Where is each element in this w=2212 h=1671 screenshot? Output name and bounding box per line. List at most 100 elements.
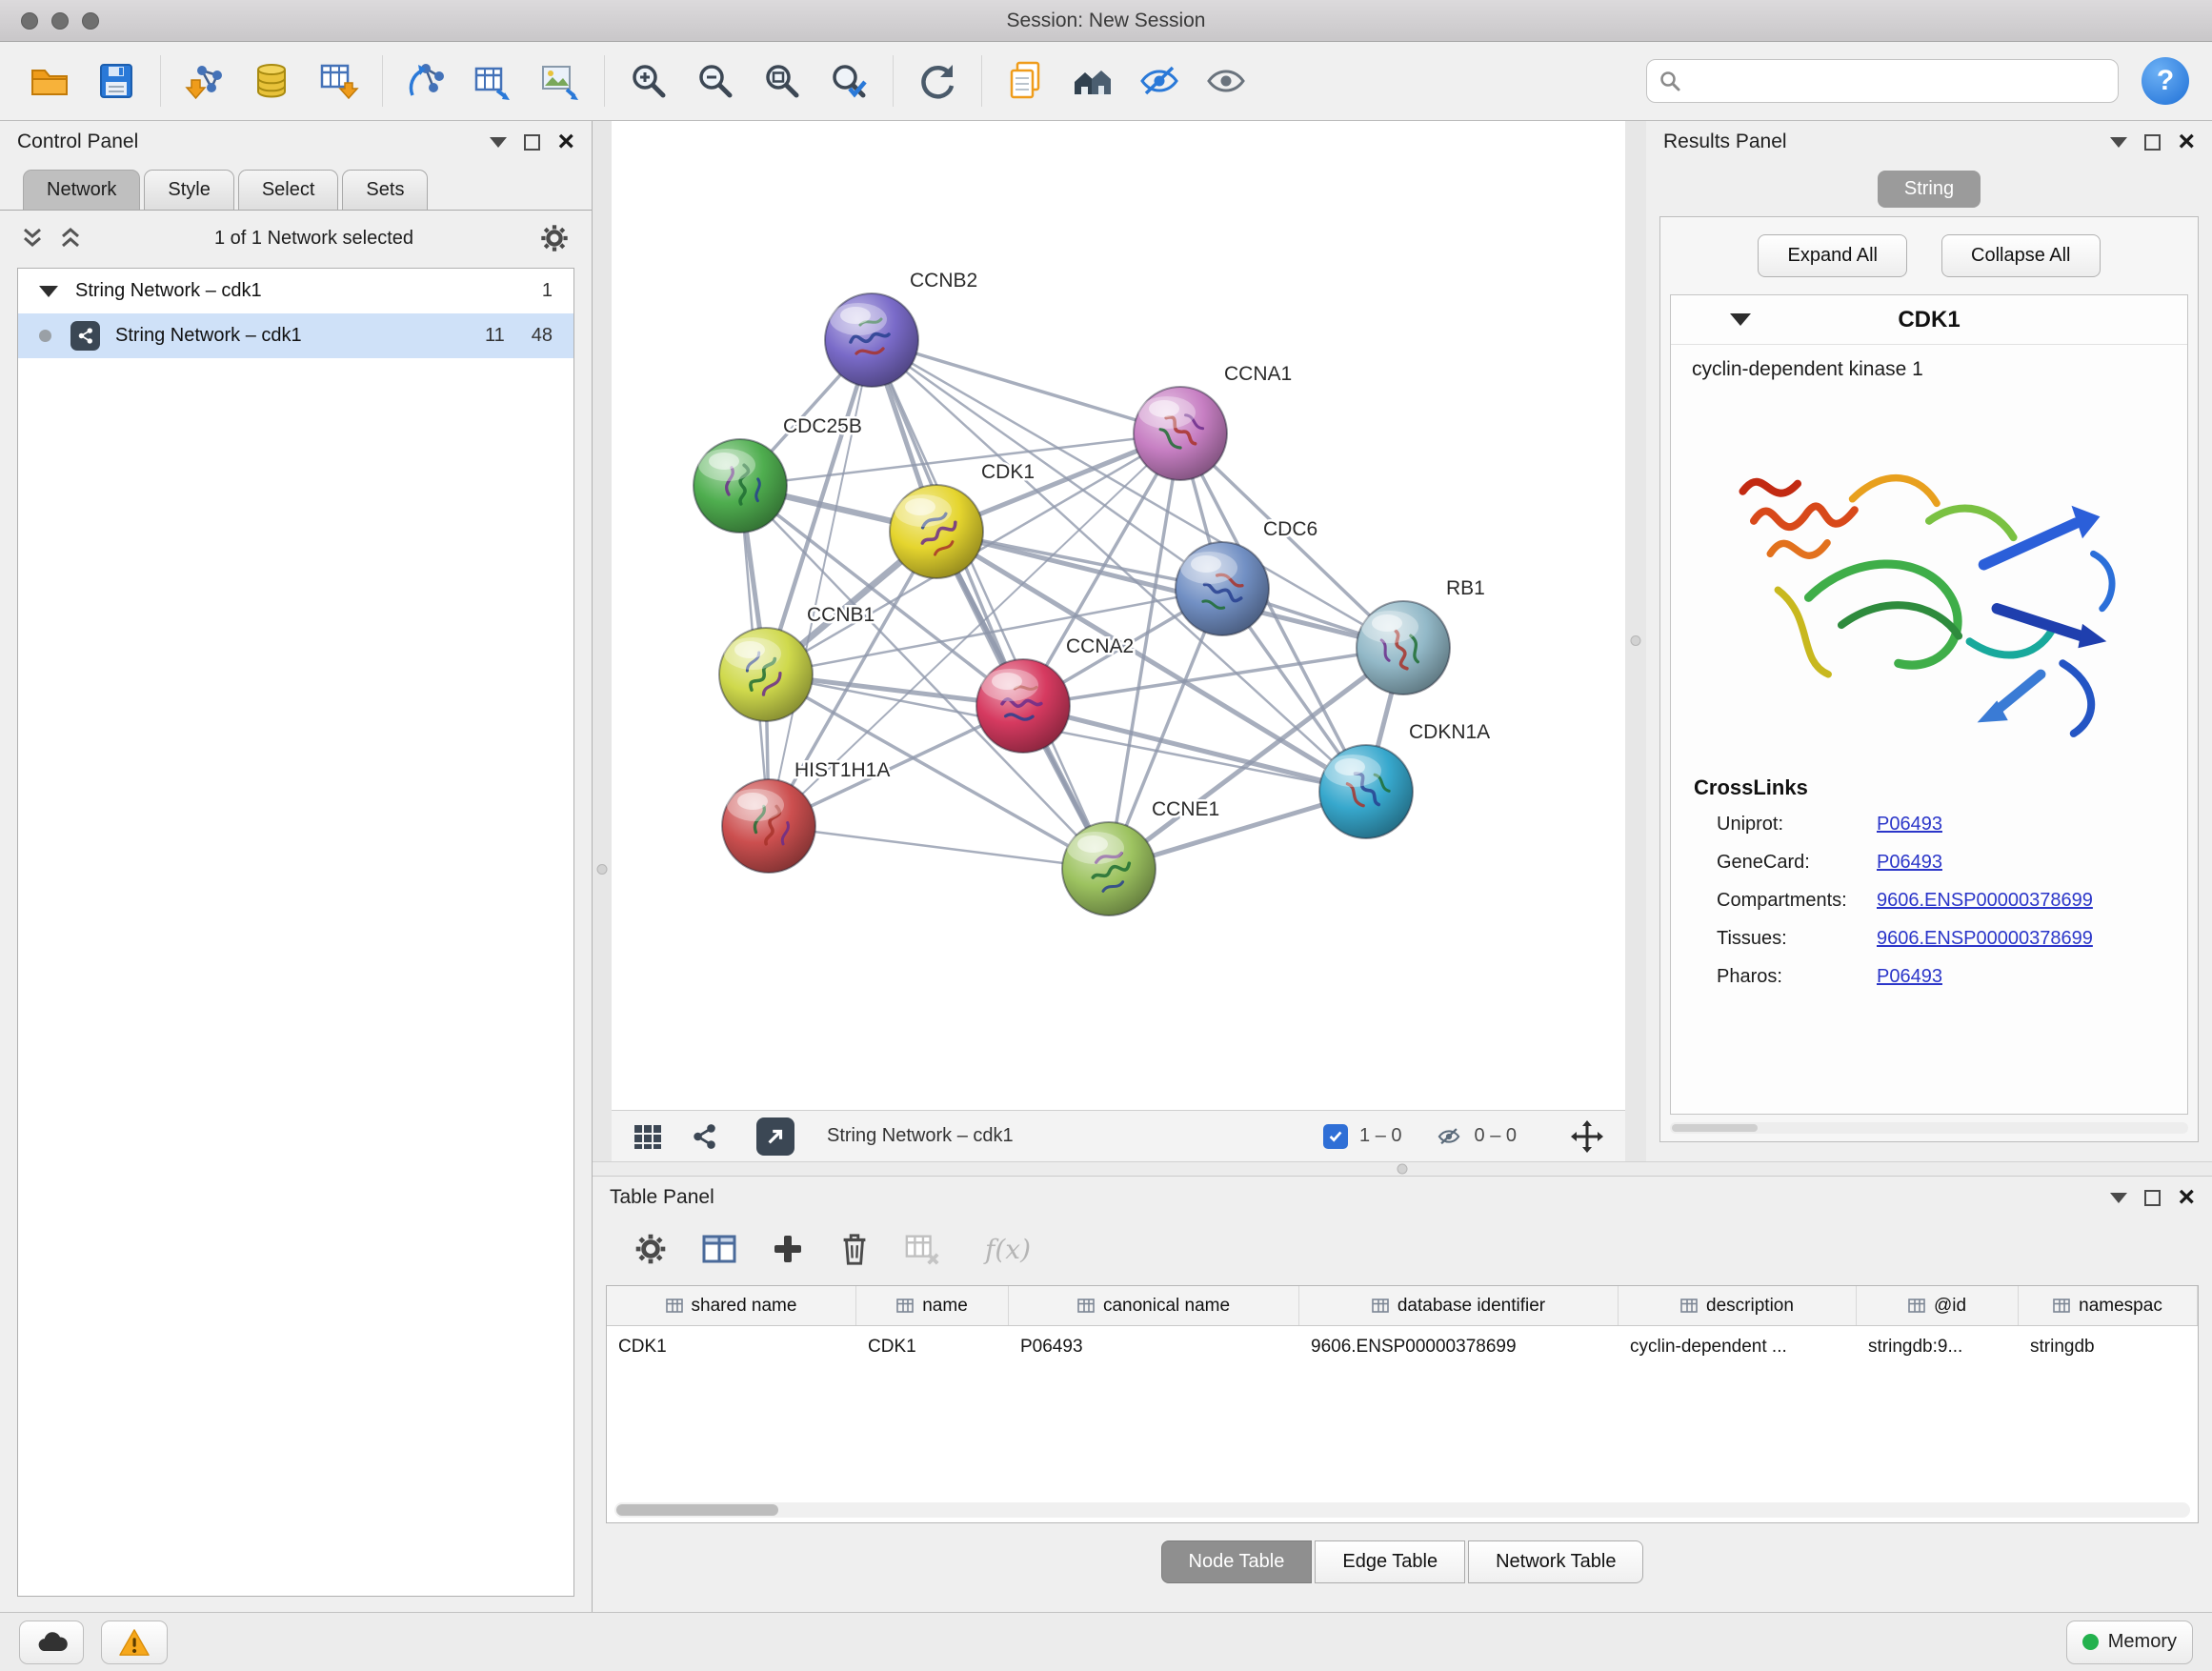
network-node-HIST1H1A[interactable]: [722, 779, 815, 873]
search-input[interactable]: [1689, 70, 2106, 92]
hidden-eye-slash-icon[interactable]: [1435, 1124, 1463, 1149]
import-table-button[interactable]: [312, 54, 365, 108]
help-button[interactable]: ?: [2142, 57, 2189, 105]
close-panel-icon[interactable]: ×: [2178, 1183, 2195, 1212]
tab-node-table[interactable]: Node Table: [1161, 1540, 1313, 1583]
table-row[interactable]: CDK1CDK1P064939606.ENSP00000378699cyclin…: [607, 1326, 2198, 1368]
float-panel-icon[interactable]: [524, 134, 540, 151]
export-network-button[interactable]: [400, 54, 453, 108]
crosslink-genecard-[interactable]: P06493: [1877, 852, 1942, 874]
network-node-CDC25B[interactable]: [694, 439, 787, 533]
crosslink-pharos-[interactable]: P06493: [1877, 966, 1942, 988]
crosslink-uniprot-[interactable]: P06493: [1877, 814, 1942, 836]
network-node-CCNA1[interactable]: [1134, 387, 1227, 480]
tab-string[interactable]: String: [1878, 171, 1981, 208]
network-node-CCNA2[interactable]: [976, 659, 1070, 753]
column-header-canonical-name[interactable]: canonical name: [1009, 1286, 1299, 1325]
network-node-CDC6[interactable]: [1176, 542, 1269, 635]
tab-edge-table[interactable]: Edge Table: [1315, 1540, 1465, 1583]
cell-name[interactable]: CDK1: [856, 1326, 1009, 1368]
column-header--id[interactable]: @id: [1857, 1286, 2019, 1325]
cell-canonical-name[interactable]: P06493: [1009, 1326, 1299, 1368]
table-options-gear-icon[interactable]: [633, 1231, 669, 1267]
network-node-CCNE1[interactable]: [1062, 822, 1156, 916]
edge-HIST1H1A-CCNE1[interactable]: [769, 826, 1109, 869]
copy-document-button[interactable]: [999, 54, 1053, 108]
network-graph[interactable]: CCNB2CCNA1CDC25BCDK1CDC6RB1CCNB1CCNA2CDK…: [612, 121, 1625, 1110]
cell--id[interactable]: stringdb:9...: [1857, 1326, 2019, 1368]
minimize-window-button[interactable]: [51, 12, 69, 30]
add-column-icon[interactable]: [770, 1231, 806, 1267]
right-splitter[interactable]: [1625, 121, 1646, 1161]
panel-menu-icon[interactable]: [2110, 1193, 2127, 1203]
network-options-gear-icon[interactable]: [538, 222, 571, 254]
zoom-selected-button[interactable]: [822, 54, 875, 108]
edge-CCNB2-CCNA1[interactable]: [872, 340, 1180, 433]
splitter-handle[interactable]: [1398, 1164, 1408, 1175]
tab-network-table[interactable]: Network Table: [1468, 1540, 1643, 1583]
maximize-window-button[interactable]: [82, 12, 99, 30]
hide-selection-button[interactable]: [1133, 54, 1186, 108]
column-header-namespac[interactable]: namespac: [2019, 1286, 2198, 1325]
tab-sets[interactable]: Sets: [342, 170, 428, 210]
show-columns-icon[interactable]: [699, 1230, 739, 1268]
table-splitter[interactable]: [593, 1161, 2212, 1177]
close-window-button[interactable]: [21, 12, 38, 30]
zoom-out-button[interactable]: [689, 54, 742, 108]
show-all-button[interactable]: [1199, 54, 1253, 108]
float-panel-icon[interactable]: [2144, 134, 2161, 151]
tab-style[interactable]: Style: [144, 170, 233, 210]
warnings-button[interactable]: [101, 1621, 168, 1664]
import-database-button[interactable]: [245, 54, 298, 108]
panel-menu-icon[interactable]: [490, 137, 507, 148]
splitter-handle[interactable]: [1631, 635, 1641, 646]
column-header-shared-name[interactable]: shared name: [607, 1286, 856, 1325]
close-panel-icon[interactable]: ×: [557, 128, 574, 156]
table-h-scrollbar[interactable]: [614, 1502, 2190, 1518]
splitter-handle[interactable]: [597, 864, 608, 875]
open-in-new-window-button[interactable]: [756, 1117, 794, 1156]
search-box[interactable]: [1646, 59, 2119, 103]
tab-select[interactable]: Select: [238, 170, 339, 210]
network-canvas[interactable]: CCNB2CCNA1CDC25BCDK1CDC6RB1CCNB1CCNA2CDK…: [612, 121, 1625, 1110]
open-session-button[interactable]: [23, 54, 76, 108]
panel-menu-icon[interactable]: [2110, 137, 2127, 148]
cell-database-identifier[interactable]: 9606.ENSP00000378699: [1299, 1326, 1619, 1368]
float-panel-icon[interactable]: [2144, 1190, 2161, 1206]
cloud-button[interactable]: [19, 1621, 84, 1664]
network-node-CDK1[interactable]: [890, 485, 983, 578]
close-panel-icon[interactable]: ×: [2178, 128, 2195, 156]
edge-CCNB2-CCNE1[interactable]: [872, 340, 1109, 869]
zoom-in-button[interactable]: [622, 54, 675, 108]
scrollbar-thumb[interactable]: [616, 1504, 778, 1516]
selected-checkbox-icon[interactable]: [1323, 1124, 1348, 1149]
save-session-button[interactable]: [90, 54, 143, 108]
left-splitter[interactable]: [593, 121, 612, 1161]
tab-network[interactable]: Network: [23, 170, 140, 210]
import-network-button[interactable]: [178, 54, 231, 108]
column-header-name[interactable]: name: [856, 1286, 1009, 1325]
column-header-database-identifier[interactable]: database identifier: [1299, 1286, 1619, 1325]
memory-button[interactable]: Memory: [2066, 1621, 2193, 1664]
network-node-CDKN1A[interactable]: [1319, 745, 1413, 838]
network-node-CCNB2[interactable]: [825, 293, 918, 387]
delete-table-icon[interactable]: [903, 1231, 941, 1267]
crosslink-tissues-[interactable]: 9606.ENSP00000378699: [1877, 928, 2093, 950]
delete-column-trash-icon[interactable]: [836, 1230, 873, 1268]
home-button[interactable]: [1066, 54, 1119, 108]
network-collection-row[interactable]: String Network – cdk1 1: [18, 269, 573, 313]
birds-eye-view-icon[interactable]: [633, 1121, 663, 1152]
gene-entry-header[interactable]: CDK1: [1671, 295, 2187, 345]
edge-CCNB2-HIST1H1A[interactable]: [769, 340, 872, 826]
network-node-CCNB1[interactable]: [719, 628, 813, 721]
export-table-button[interactable]: [467, 54, 520, 108]
refresh-view-button[interactable]: [911, 54, 964, 108]
cell-description[interactable]: cyclin-dependent ...: [1619, 1326, 1857, 1368]
pan-crosshair-icon[interactable]: [1570, 1119, 1604, 1154]
share-network-icon[interactable]: [690, 1122, 718, 1151]
collection-expander-icon[interactable]: [39, 286, 58, 297]
column-header-description[interactable]: description: [1619, 1286, 1857, 1325]
network-node-RB1[interactable]: [1357, 601, 1450, 695]
cell-namespac[interactable]: stringdb: [2019, 1326, 2198, 1368]
zoom-fit-button[interactable]: [755, 54, 809, 108]
